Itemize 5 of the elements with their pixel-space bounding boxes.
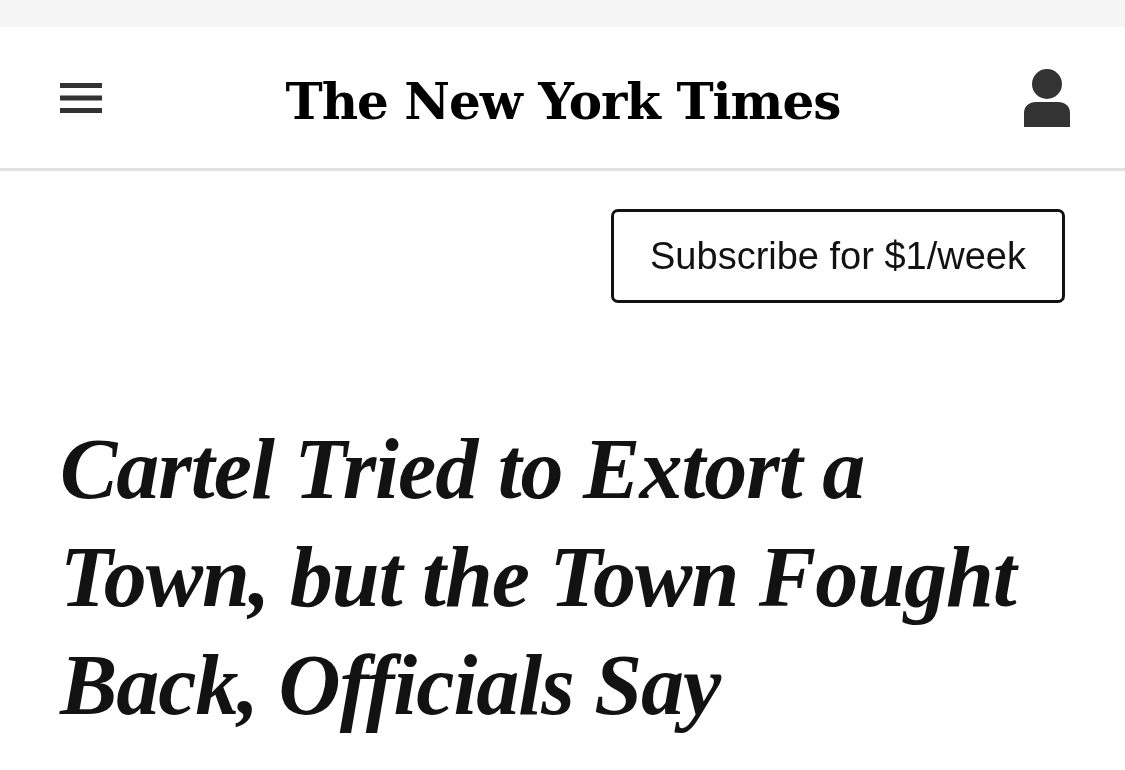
article-headline: Cartel Tried to Extort a Town, but the Town Fought Back, Officials Say	[60, 415, 1050, 739]
subscribe-button[interactable]: Subscribe for $1/week	[611, 209, 1065, 303]
menu-icon[interactable]	[60, 81, 102, 114]
site-logo[interactable]: The New York Times	[285, 76, 841, 127]
account-icon[interactable]	[1024, 68, 1070, 127]
